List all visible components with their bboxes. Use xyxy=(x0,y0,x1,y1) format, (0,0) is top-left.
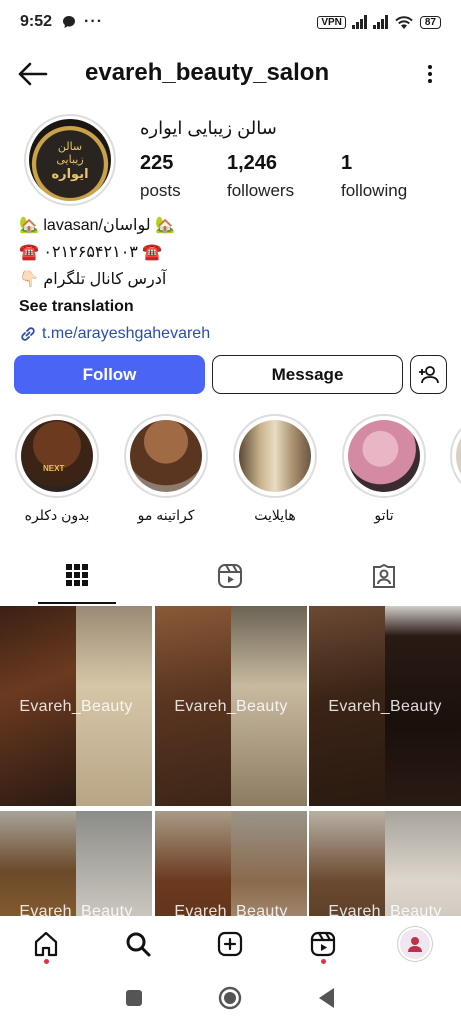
nav-search[interactable] xyxy=(114,920,162,968)
highlight-label: تاتو xyxy=(374,507,394,523)
back-arrow-icon[interactable] xyxy=(16,60,48,88)
highlight-label: بدون دکلره xyxy=(24,507,90,523)
highlight-4[interactable]: تاتو xyxy=(341,414,427,524)
grid-icon xyxy=(66,564,88,586)
status-time: 9:52 xyxy=(20,13,53,30)
highlight-3[interactable]: هایلایت xyxy=(232,414,318,524)
following-count[interactable]: 1 following xyxy=(341,152,407,201)
follow-button[interactable]: Follow xyxy=(14,355,205,394)
profile-avatar[interactable]: سالن زیبایی ایواره xyxy=(24,114,116,206)
highlight-thumbnail xyxy=(130,420,202,492)
bio-location: 🏡 lavasan/لواسان 🏡 xyxy=(19,217,175,234)
post-thumbnail[interactable]: Evareh_Beauty xyxy=(0,606,152,806)
profile-header: evareh_beauty_salon xyxy=(0,50,461,98)
highlight-label: کراتینه مو xyxy=(137,507,195,523)
system-navigation-bar xyxy=(0,972,461,1024)
link-icon xyxy=(21,326,35,341)
bio-phone: ☎️ ۰۲۱۲۶۵۴۲۱۰۳ ☎️ xyxy=(19,244,163,261)
highlight-5-partial[interactable] xyxy=(450,414,461,498)
nav-reels[interactable] xyxy=(299,920,347,968)
posts-grid: Evareh_Beauty Evareh_Beauty Evareh_Beaut… xyxy=(0,606,461,916)
reels-icon xyxy=(310,931,335,957)
profile-stats: 225 posts 1,246 followers 1 following xyxy=(140,152,407,201)
signal-icon xyxy=(351,15,367,29)
highlight-thumbnail: NEXT xyxy=(21,420,93,492)
chat-bubble-icon xyxy=(63,16,76,28)
highlight-thumbnail xyxy=(348,420,420,492)
post-thumbnail[interactable]: Evareh_Beauty xyxy=(0,811,152,916)
posts-count[interactable]: 225 posts xyxy=(140,152,227,201)
watermark: Evareh_Beauty xyxy=(174,698,288,715)
watermark: Evareh_Beauty xyxy=(328,903,442,916)
battery-icon: 87 xyxy=(419,15,441,29)
post-thumbnail[interactable]: Evareh_Beauty xyxy=(309,606,461,806)
nav-create[interactable] xyxy=(206,920,254,968)
tab-reels[interactable] xyxy=(191,548,269,604)
post-thumbnail[interactable]: Evareh_Beauty xyxy=(155,811,307,916)
bottom-navigation xyxy=(0,916,461,972)
highlight-1[interactable]: NEXT بدون دکلره xyxy=(14,414,100,524)
status-bar: 9:52 ··· VPN 87 xyxy=(0,0,461,44)
home-icon xyxy=(34,931,58,957)
more-notifications-icon: ··· xyxy=(84,13,104,30)
tab-tagged[interactable] xyxy=(345,548,423,604)
watermark: Evareh_Beauty xyxy=(19,903,133,916)
profile-avatar-icon xyxy=(407,937,422,952)
message-button[interactable]: Message xyxy=(212,355,403,394)
followers-count[interactable]: 1,246 followers xyxy=(227,152,341,201)
watermark: Evareh_Beauty xyxy=(174,903,288,916)
search-icon xyxy=(126,932,151,957)
reels-icon xyxy=(218,564,242,588)
bio-link[interactable]: t.me/arayeshgahevareh xyxy=(19,320,439,347)
signal-icon-2 xyxy=(372,15,388,29)
profile-username: evareh_beauty_salon xyxy=(85,59,330,86)
post-thumbnail[interactable]: Evareh_Beauty xyxy=(309,811,461,916)
home-button-icon[interactable] xyxy=(218,986,242,1010)
highlight-thumbnail xyxy=(239,420,311,492)
tagged-user-icon xyxy=(373,563,395,588)
suggested-users-button[interactable] xyxy=(410,355,447,394)
notification-dot xyxy=(320,959,326,964)
nav-home[interactable] xyxy=(22,920,70,968)
profile-tabs xyxy=(0,548,461,604)
back-triangle-icon[interactable] xyxy=(317,987,337,1009)
tab-grid[interactable] xyxy=(38,548,116,604)
highlight-overlay-text: NEXT xyxy=(43,464,65,473)
vpn-badge: VPN xyxy=(317,15,346,29)
watermark: Evareh_Beauty xyxy=(328,698,442,715)
profile-full-name: سالن زیبایی ایواره xyxy=(140,118,277,138)
see-translation-link[interactable]: See translation xyxy=(19,293,439,320)
profile-bio: 🏡 lavasan/لواسان 🏡 ☎️ ۰۲۱۲۶۵۴۲۱۰۳ ☎️ 👇🏻 … xyxy=(19,212,439,347)
wifi-icon xyxy=(395,15,413,29)
plus-square-icon xyxy=(218,931,243,957)
avatar-logo: سالن زیبایی ایواره xyxy=(29,119,111,201)
more-options-icon[interactable] xyxy=(425,62,435,86)
watermark: Evareh_Beauty xyxy=(19,698,133,715)
bio-telegram-note: 👇🏻 آدرس کانال تلگرام xyxy=(19,271,167,288)
highlight-2[interactable]: کراتینه مو xyxy=(123,414,209,524)
add-user-icon xyxy=(418,365,439,383)
notification-dot xyxy=(44,959,50,964)
highlight-label: هایلایت xyxy=(254,507,296,523)
recent-apps-icon[interactable] xyxy=(125,989,143,1007)
bio-link-text[interactable]: t.me/arayeshgahevareh xyxy=(42,320,210,347)
nav-profile[interactable] xyxy=(391,920,439,968)
avatar xyxy=(397,927,432,961)
post-thumbnail[interactable]: Evareh_Beauty xyxy=(155,606,307,806)
